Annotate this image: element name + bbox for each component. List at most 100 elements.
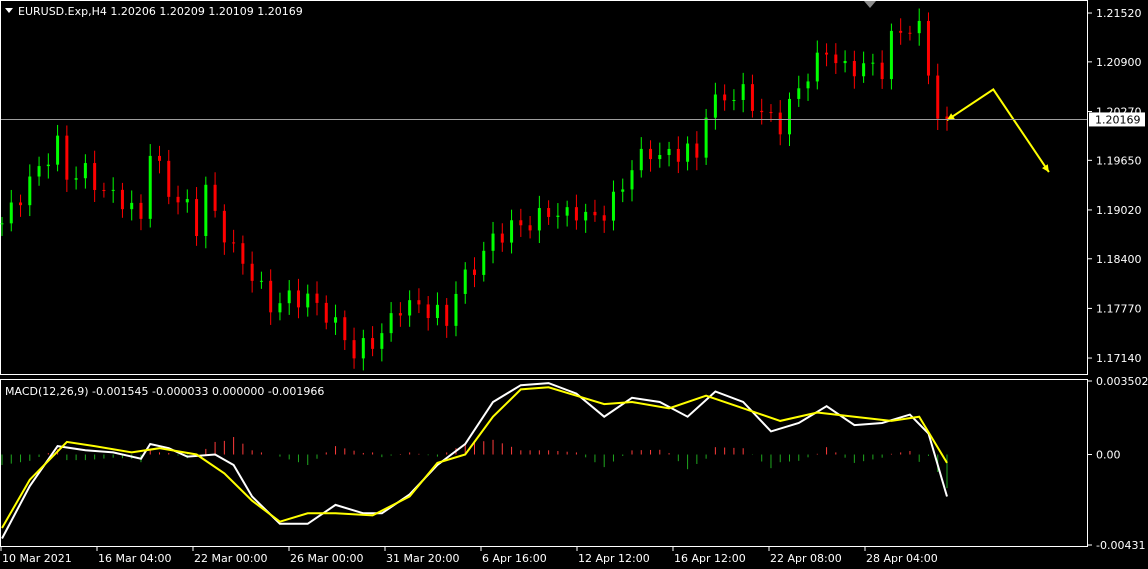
candle-body (908, 32, 912, 34)
candle-body (871, 62, 875, 64)
candle-body (760, 110, 764, 113)
current-price-label: 1.20169 (1095, 113, 1141, 126)
candle-body (0, 223, 4, 225)
candle-body (750, 84, 754, 111)
candle-body (482, 250, 486, 275)
price-panel[interactable] (0, 0, 1088, 375)
candle-body (9, 202, 13, 224)
candle-body (93, 163, 97, 190)
macd-tick-label: 0.00 (1096, 449, 1121, 462)
time-tick-label: 10 Mar 2021 (2, 552, 72, 565)
candle-body (139, 202, 143, 219)
candle-body (46, 164, 50, 167)
candle-body (269, 280, 273, 313)
candle-body (519, 220, 523, 226)
candle-body (259, 280, 263, 282)
candle-body (306, 293, 310, 308)
candle-body (296, 290, 300, 308)
price-tick-label: 1.17770 (1096, 302, 1142, 315)
candle-body (454, 293, 458, 326)
candle-body (611, 191, 615, 221)
candle-body (695, 143, 699, 158)
candle-body (158, 155, 161, 161)
candle-body (704, 117, 708, 158)
time-axis: 10 Mar 2021 16 Mar 04:00 22 Mar 00:00 26 Ma… (0, 547, 938, 565)
candle-body (352, 340, 356, 359)
macd-tick-label: 0.003502 (1096, 375, 1148, 388)
candle-body (19, 202, 23, 206)
candle-body (676, 148, 680, 162)
candle-body (528, 225, 532, 231)
candle-body (315, 293, 319, 303)
time-tick-label: 16 Mar 04:00 (98, 552, 171, 565)
candle-body (74, 178, 78, 180)
time-tick-label: 31 Mar 20:00 (386, 552, 459, 565)
candle-body (408, 300, 412, 316)
candle-body (510, 220, 514, 243)
candle-body (176, 196, 180, 203)
candles (0, 8, 949, 371)
time-tick-label: 16 Apr 12:00 (674, 552, 746, 565)
candle-body (120, 189, 124, 210)
candle-body (278, 303, 282, 313)
candle-body (343, 317, 347, 341)
time-tick-label: 22 Apr 08:00 (770, 552, 842, 565)
candle-body (778, 112, 782, 135)
price-tick-label: 1.21520 (1096, 7, 1142, 20)
candle-body (788, 98, 791, 135)
trading-chart[interactable]: 1.215201.209001.202701.196501.190201.184… (0, 0, 1148, 569)
candle-body (565, 207, 569, 216)
projection-arrow-line (946, 88, 1050, 173)
candle-body (889, 30, 893, 80)
price-tick-label: 1.17140 (1096, 352, 1142, 365)
candle-body (417, 300, 421, 305)
candle-body (537, 208, 541, 231)
candle-body (574, 207, 578, 221)
candle-body (713, 94, 717, 118)
time-tick-label: 6 Apr 16:00 (482, 552, 547, 565)
candle-body (630, 170, 634, 190)
macd-tick-label: -0.00431 (1096, 539, 1145, 552)
projection-arrow (946, 88, 1050, 173)
candle-body (37, 166, 41, 177)
triangle-down-icon[interactable] (5, 8, 13, 13)
candle-body (185, 199, 189, 203)
candle-body (222, 210, 226, 243)
candle-body (732, 99, 736, 101)
candle-body (769, 112, 773, 114)
candle-body (473, 269, 476, 275)
candle-body (389, 313, 393, 334)
time-tick-label: 22 Mar 00:00 (194, 552, 267, 565)
candle-body (686, 143, 690, 162)
candle-body (111, 189, 115, 191)
macd-lines (1, 382, 948, 539)
candle-body (398, 313, 402, 316)
time-tick-label: 12 Apr 12:00 (578, 552, 650, 565)
candle-body (741, 84, 745, 100)
candle-body (825, 52, 829, 55)
candle-body (667, 148, 671, 156)
price-tick-label: 1.18400 (1096, 253, 1142, 266)
candle-body (204, 184, 208, 237)
candle-body (28, 176, 32, 206)
candle-body (232, 242, 236, 244)
candle-body (815, 52, 819, 82)
candle-body (621, 189, 625, 192)
candle-body (130, 202, 134, 210)
candle-body (917, 20, 921, 34)
macd-panel[interactable] (0, 379, 1088, 547)
candle-body (167, 160, 171, 197)
macd-main-line (1, 382, 948, 539)
candle-body (880, 62, 884, 80)
candle-body (834, 54, 838, 64)
triangle-down-icon[interactable] (864, 1, 876, 8)
time-tick-label: 26 Mar 00:00 (290, 552, 363, 565)
candle-body (426, 304, 430, 319)
candle-body (936, 75, 940, 119)
candle-body (371, 338, 375, 349)
candle-body (602, 215, 606, 221)
macd-histogram (1, 437, 948, 489)
candle-body (83, 163, 87, 179)
candle-body (797, 88, 801, 99)
candle-body (649, 148, 653, 160)
